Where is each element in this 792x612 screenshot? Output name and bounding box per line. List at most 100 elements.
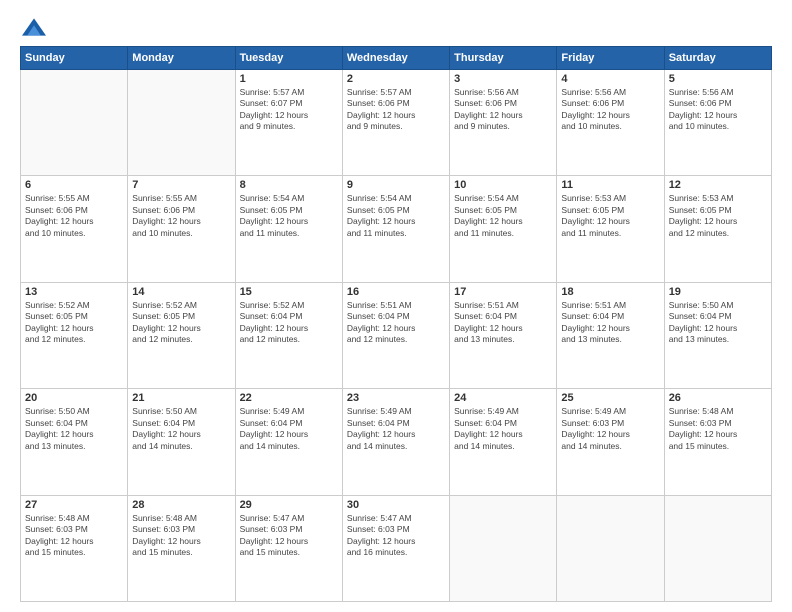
weekday-friday: Friday <box>557 47 664 70</box>
calendar-cell <box>450 495 557 601</box>
weekday-tuesday: Tuesday <box>235 47 342 70</box>
calendar-cell: 3 Sunrise: 5:56 AM Sunset: 6:06 PM Daylig… <box>450 70 557 176</box>
day-number: 18 <box>561 286 659 298</box>
week-row-4: 27 Sunrise: 5:48 AM Sunset: 6:03 PM Dayli… <box>21 495 772 601</box>
day-info: Sunrise: 5:52 AM Sunset: 6:04 PM Dayligh… <box>240 300 338 346</box>
day-info: Sunrise: 5:54 AM Sunset: 6:05 PM Dayligh… <box>347 193 445 239</box>
day-info: Sunrise: 5:49 AM Sunset: 6:04 PM Dayligh… <box>240 406 338 452</box>
calendar-cell: 23 Sunrise: 5:49 AM Sunset: 6:04 PM Dayli… <box>342 389 449 495</box>
logo-icon <box>22 18 46 36</box>
day-info: Sunrise: 5:49 AM Sunset: 6:04 PM Dayligh… <box>347 406 445 452</box>
weekday-monday: Monday <box>128 47 235 70</box>
day-number: 22 <box>240 392 338 404</box>
calendar-cell: 12Sunrise: 5:53 AM Sunset: 6:05 PM Dayli… <box>664 176 771 282</box>
calendar-cell <box>664 495 771 601</box>
calendar-cell: 10 Sunrise: 5:54 AM Sunset: 6:05 PM Dayli… <box>450 176 557 282</box>
calendar-cell: 24 Sunrise: 5:49 AM Sunset: 6:04 PM Dayli… <box>450 389 557 495</box>
day-number: 1 <box>240 73 338 85</box>
day-number: 2 <box>347 73 445 85</box>
calendar-cell: 19 Sunrise: 5:50 AM Sunset: 6:04 PM Dayli… <box>664 282 771 388</box>
day-number: 4 <box>561 73 659 85</box>
day-info: Sunrise: 5:56 AM Sunset: 6:06 PM Dayligh… <box>561 87 659 133</box>
day-info: Sunrise: 5:55 AM Sunset: 6:06 PM Dayligh… <box>25 193 123 239</box>
day-number: 21 <box>132 392 230 404</box>
calendar-cell: 30 Sunrise: 5:47 AM Sunset: 6:03 PM Dayli… <box>342 495 449 601</box>
day-info: Sunrise: 5:48 AM Sunset: 6:03 PM Dayligh… <box>25 513 123 559</box>
day-info: Sunrise: 5:50 AM Sunset: 6:04 PM Dayligh… <box>25 406 123 452</box>
logo <box>20 18 46 36</box>
week-row-0: 1 Sunrise: 5:57 AM Sunset: 6:07 PM Daylig… <box>21 70 772 176</box>
calendar-cell: 9Sunrise: 5:54 AM Sunset: 6:05 PM Daylig… <box>342 176 449 282</box>
day-info: Sunrise: 5:57 AM Sunset: 6:07 PM Dayligh… <box>240 87 338 133</box>
day-info: Sunrise: 5:53 AM Sunset: 6:05 PM Dayligh… <box>561 193 659 239</box>
calendar-cell: 7 Sunrise: 5:55 AM Sunset: 6:06 PM Daylig… <box>128 176 235 282</box>
calendar-cell: 21 Sunrise: 5:50 AM Sunset: 6:04 PM Dayli… <box>128 389 235 495</box>
day-info: Sunrise: 5:51 AM Sunset: 6:04 PM Dayligh… <box>561 300 659 346</box>
day-number: 8 <box>240 179 338 191</box>
header <box>20 18 772 36</box>
calendar-cell: 11 Sunrise: 5:53 AM Sunset: 6:05 PM Dayli… <box>557 176 664 282</box>
day-number: 16 <box>347 286 445 298</box>
day-number: 10 <box>454 179 552 191</box>
calendar-cell: 18 Sunrise: 5:51 AM Sunset: 6:04 PM Dayli… <box>557 282 664 388</box>
day-number: 25 <box>561 392 659 404</box>
calendar-cell: 2 Sunrise: 5:57 AM Sunset: 6:06 PM Daylig… <box>342 70 449 176</box>
calendar-cell: 16 Sunrise: 5:51 AM Sunset: 6:04 PM Dayli… <box>342 282 449 388</box>
calendar-cell: 29Sunrise: 5:47 AM Sunset: 6:03 PM Dayli… <box>235 495 342 601</box>
calendar-table: SundayMondayTuesdayWednesdayThursdayFrid… <box>20 46 772 602</box>
day-number: 24 <box>454 392 552 404</box>
weekday-header-row: SundayMondayTuesdayWednesdayThursdayFrid… <box>21 47 772 70</box>
calendar-cell: 8 Sunrise: 5:54 AM Sunset: 6:05 PM Daylig… <box>235 176 342 282</box>
day-info: Sunrise: 5:57 AM Sunset: 6:06 PM Dayligh… <box>347 87 445 133</box>
day-info: Sunrise: 5:52 AM Sunset: 6:05 PM Dayligh… <box>25 300 123 346</box>
day-number: 19 <box>669 286 767 298</box>
day-info: Sunrise: 5:48 AM Sunset: 6:03 PM Dayligh… <box>132 513 230 559</box>
day-info: Sunrise: 5:52 AM Sunset: 6:05 PM Dayligh… <box>132 300 230 346</box>
calendar-cell: 14 Sunrise: 5:52 AM Sunset: 6:05 PM Dayli… <box>128 282 235 388</box>
day-number: 12 <box>669 179 767 191</box>
day-number: 14 <box>132 286 230 298</box>
day-number: 7 <box>132 179 230 191</box>
calendar-cell: 22 Sunrise: 5:49 AM Sunset: 6:04 PM Dayli… <box>235 389 342 495</box>
calendar-cell: 17 Sunrise: 5:51 AM Sunset: 6:04 PM Dayli… <box>450 282 557 388</box>
day-number: 3 <box>454 73 552 85</box>
calendar-cell: 1 Sunrise: 5:57 AM Sunset: 6:07 PM Daylig… <box>235 70 342 176</box>
day-info: Sunrise: 5:55 AM Sunset: 6:06 PM Dayligh… <box>132 193 230 239</box>
calendar-cell: 27 Sunrise: 5:48 AM Sunset: 6:03 PM Dayli… <box>21 495 128 601</box>
day-info: Sunrise: 5:56 AM Sunset: 6:06 PM Dayligh… <box>669 87 767 133</box>
day-number: 15 <box>240 286 338 298</box>
day-info: Sunrise: 5:50 AM Sunset: 6:04 PM Dayligh… <box>132 406 230 452</box>
day-info: Sunrise: 5:50 AM Sunset: 6:04 PM Dayligh… <box>669 300 767 346</box>
day-info: Sunrise: 5:49 AM Sunset: 6:04 PM Dayligh… <box>454 406 552 452</box>
calendar-cell: 25Sunrise: 5:49 AM Sunset: 6:03 PM Dayli… <box>557 389 664 495</box>
calendar-cell: 13Sunrise: 5:52 AM Sunset: 6:05 PM Dayli… <box>21 282 128 388</box>
day-number: 26 <box>669 392 767 404</box>
calendar-cell: 4 Sunrise: 5:56 AM Sunset: 6:06 PM Daylig… <box>557 70 664 176</box>
day-number: 23 <box>347 392 445 404</box>
day-info: Sunrise: 5:48 AM Sunset: 6:03 PM Dayligh… <box>669 406 767 452</box>
day-info: Sunrise: 5:47 AM Sunset: 6:03 PM Dayligh… <box>240 513 338 559</box>
day-number: 28 <box>132 499 230 511</box>
day-info: Sunrise: 5:56 AM Sunset: 6:06 PM Dayligh… <box>454 87 552 133</box>
day-number: 5 <box>669 73 767 85</box>
day-number: 27 <box>25 499 123 511</box>
calendar-cell <box>128 70 235 176</box>
day-number: 20 <box>25 392 123 404</box>
day-number: 30 <box>347 499 445 511</box>
calendar-cell: 26 Sunrise: 5:48 AM Sunset: 6:03 PM Dayli… <box>664 389 771 495</box>
week-row-2: 13Sunrise: 5:52 AM Sunset: 6:05 PM Dayli… <box>21 282 772 388</box>
day-info: Sunrise: 5:51 AM Sunset: 6:04 PM Dayligh… <box>454 300 552 346</box>
calendar-cell: 5 Sunrise: 5:56 AM Sunset: 6:06 PM Daylig… <box>664 70 771 176</box>
day-number: 17 <box>454 286 552 298</box>
page: SundayMondayTuesdayWednesdayThursdayFrid… <box>0 0 792 612</box>
weekday-sunday: Sunday <box>21 47 128 70</box>
day-info: Sunrise: 5:54 AM Sunset: 6:05 PM Dayligh… <box>240 193 338 239</box>
day-info: Sunrise: 5:51 AM Sunset: 6:04 PM Dayligh… <box>347 300 445 346</box>
day-info: Sunrise: 5:54 AM Sunset: 6:05 PM Dayligh… <box>454 193 552 239</box>
calendar-cell <box>21 70 128 176</box>
day-info: Sunrise: 5:47 AM Sunset: 6:03 PM Dayligh… <box>347 513 445 559</box>
weekday-thursday: Thursday <box>450 47 557 70</box>
weekday-wednesday: Wednesday <box>342 47 449 70</box>
calendar-cell: 28 Sunrise: 5:48 AM Sunset: 6:03 PM Dayli… <box>128 495 235 601</box>
day-number: 11 <box>561 179 659 191</box>
